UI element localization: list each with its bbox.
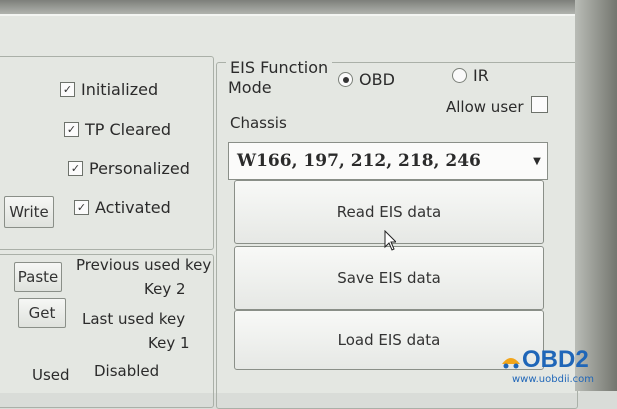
car-icon [502, 358, 520, 369]
screen-right-edge [575, 0, 617, 391]
tp-cleared-label: TP Cleared [85, 120, 171, 139]
check-icon: ✓ [64, 122, 79, 137]
obd-label: OBD [359, 70, 395, 89]
mouse-cursor-icon [384, 230, 396, 251]
personalized-checkbox[interactable]: ✓ Personalized [68, 159, 190, 178]
allow-user-checkbox[interactable] [531, 96, 548, 113]
previous-key-value: Key 2 [144, 280, 186, 298]
paste-button[interactable]: Paste [14, 262, 62, 292]
watermark-url: www.uobdii.com [512, 374, 595, 385]
ir-label: IR [473, 66, 489, 85]
get-button[interactable]: Get [18, 298, 66, 328]
watermark-brand: OBD2 [522, 346, 589, 373]
mode-label: Mode [228, 78, 272, 97]
activated-checkbox[interactable]: ✓ Activated [74, 198, 171, 217]
tp-cleared-checkbox[interactable]: ✓ TP Cleared [64, 120, 171, 139]
eis-function-title: EIS Function [226, 58, 333, 77]
radio-empty-icon [452, 68, 467, 83]
used-label: Used [32, 366, 70, 384]
write-button[interactable]: Write [4, 196, 54, 228]
check-icon: ✓ [74, 200, 89, 215]
obd-radio[interactable]: OBD [338, 70, 395, 89]
last-key-value: Key 1 [148, 334, 190, 352]
save-eis-button[interactable]: Save EIS data [234, 246, 544, 310]
chassis-value: W166, 197, 212, 218, 246 [237, 151, 481, 171]
check-icon: ✓ [68, 161, 83, 176]
initialized-label: Initialized [81, 80, 159, 99]
initialized-checkbox[interactable]: ✓ Initialized [60, 80, 158, 99]
allow-user-label: Allow user [446, 98, 524, 116]
personalized-label: Personalized [89, 159, 190, 178]
last-key-label: Last used key [82, 310, 186, 328]
obd2-watermark: OBD2 www.uobdii.com [500, 346, 612, 388]
chassis-select[interactable]: W166, 197, 212, 218, 246 ▼ [228, 142, 548, 180]
chassis-label: Chassis [230, 114, 287, 132]
previous-key-label: Previous used key [76, 256, 212, 274]
radio-selected-icon [338, 72, 353, 87]
load-eis-button[interactable]: Load EIS data [234, 310, 544, 370]
activated-label: Activated [95, 198, 171, 217]
ir-radio[interactable]: IR [452, 66, 489, 85]
disabled-label: Disabled [94, 362, 160, 380]
chevron-down-icon: ▼ [533, 155, 541, 167]
app-window: ✓ Initialized ✓ TP Cleared ✓ Personalize… [0, 14, 580, 409]
obd2-logo: OBD2 [500, 346, 589, 374]
check-icon: ✓ [60, 82, 75, 97]
